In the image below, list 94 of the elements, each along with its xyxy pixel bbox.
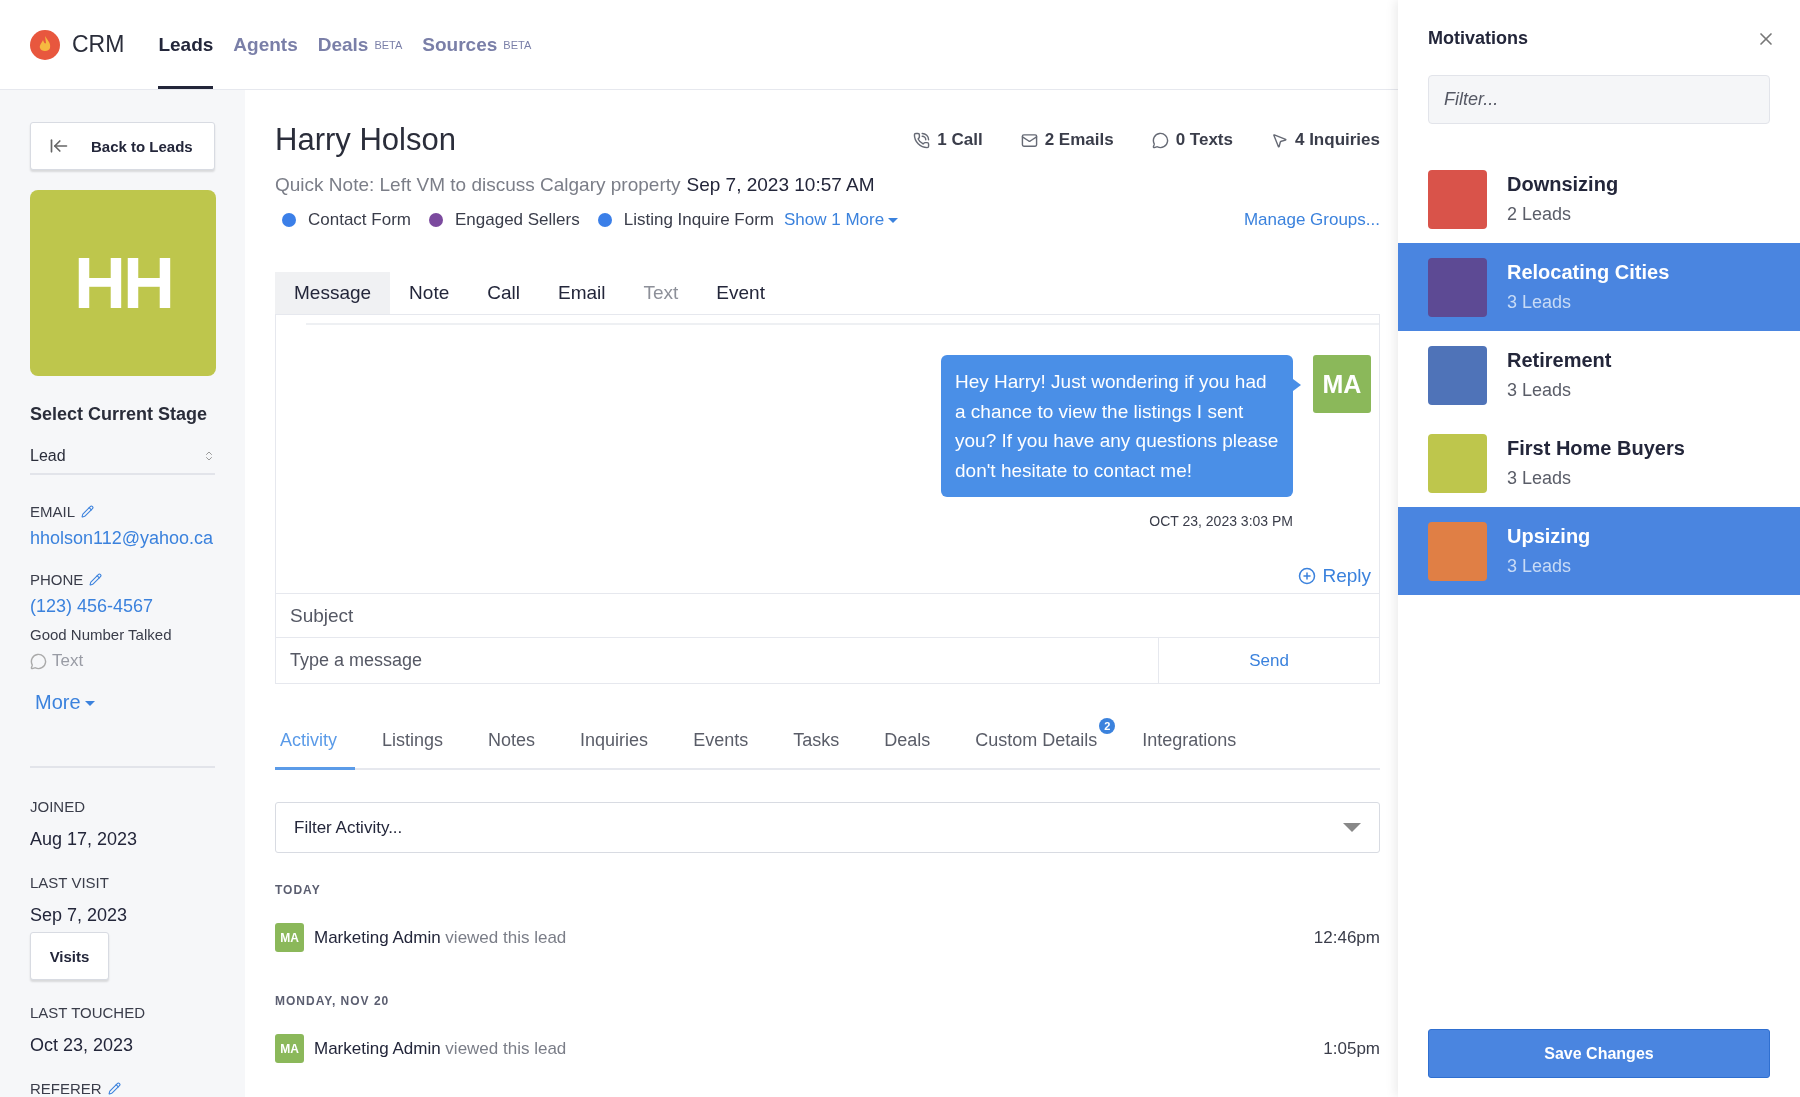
phone-status: Good Number Talked xyxy=(30,626,173,643)
field-label: JOINED xyxy=(30,798,86,815)
activity-time: 1:05pm xyxy=(1323,1038,1380,1059)
stage-select[interactable]: Lead xyxy=(30,439,215,475)
lead-count: 3 Leads xyxy=(1507,380,1573,401)
user-avatar: MA xyxy=(275,1034,304,1063)
activity-tab[interactable]: Custom Details 2 xyxy=(970,718,1116,770)
day-heading: MONDAY, NOV 20 xyxy=(275,994,391,1008)
motivation-item[interactable]: First Home Buyers 3 Leads xyxy=(1398,419,1800,507)
user-avatar: MA xyxy=(275,923,304,952)
save-button[interactable]: Save Changes xyxy=(1428,1029,1770,1078)
manage-groups-link[interactable]: Manage Groups... xyxy=(1243,210,1380,230)
nav-tab[interactable]: Deals BETA xyxy=(317,0,403,89)
motivation-name: Upsizing xyxy=(1507,525,1591,548)
activity-tab[interactable]: Listings xyxy=(377,718,462,770)
plus-icon xyxy=(1298,567,1317,585)
group-label: Contact Form xyxy=(308,210,411,230)
stat-count: 1 Call xyxy=(937,130,983,150)
motivation-item[interactable]: Relocating Cities 3 Leads xyxy=(1398,243,1800,331)
motivation-item[interactable]: Downsizing 2 Leads xyxy=(1398,155,1800,243)
nav-tab[interactable]: Sources BETA xyxy=(422,0,532,89)
stat-count: 4 Inquiries xyxy=(1294,130,1380,150)
phone-link[interactable]: (123) 456-4567 xyxy=(30,596,154,616)
pencil-icon[interactable] xyxy=(89,573,103,586)
composer-tab[interactable]: Event xyxy=(697,272,784,314)
count-badge: 2 xyxy=(1099,718,1116,734)
lead-name: Harry Holson xyxy=(275,122,456,158)
beta-label: BETA xyxy=(503,38,532,51)
envelope-icon xyxy=(1020,131,1038,149)
composer-tab[interactable]: Message xyxy=(275,272,391,314)
note-date: Sep 7, 2023 10:57 AM xyxy=(686,174,875,196)
beta-label: BETA xyxy=(374,38,403,51)
field-label: LAST TOUCHED xyxy=(30,1004,147,1021)
reply-link[interactable]: Reply xyxy=(1298,565,1371,587)
motivation-name: Relocating Cities xyxy=(1507,261,1670,284)
composer-tab[interactable]: Note xyxy=(390,272,469,314)
composer-tab[interactable]: Email xyxy=(539,272,625,314)
sender-avatar: MA xyxy=(1313,355,1371,413)
nav-tab[interactable]: Agents xyxy=(233,0,298,89)
activity-tab[interactable]: Events xyxy=(688,718,767,770)
group-label: Engaged Sellers xyxy=(455,210,580,230)
day-heading: TODAY xyxy=(275,883,322,897)
speech-bubble-icon xyxy=(1151,131,1169,149)
lead-count: 2 Leads xyxy=(1507,204,1573,225)
motivation-name: Retirement xyxy=(1507,349,1612,372)
pencil-icon[interactable] xyxy=(81,505,94,518)
stage-title: Select Current Stage xyxy=(30,404,209,425)
back-arrow-icon xyxy=(49,136,69,156)
date-value: Aug 17, 2023 xyxy=(30,829,139,850)
field-label: EMAIL xyxy=(30,503,75,520)
message-bubble: Hey Harry! Just wondering if you had a chance to view the listings I sent you? If you have any questions please don't hesitate to contact me! xyxy=(941,355,1293,497)
show-more-link[interactable]: Show 1 More xyxy=(784,210,899,230)
activity-tab[interactable]: Deals xyxy=(879,718,949,770)
lead-avatar: HH xyxy=(30,190,216,376)
filter-field[interactable]: Filter... xyxy=(1428,75,1770,124)
motivation-name: First Home Buyers xyxy=(1507,437,1685,460)
composer-tab[interactable]: Call xyxy=(468,272,539,314)
more-link[interactable]: More xyxy=(35,691,95,713)
activity-filter-select[interactable]: Filter Activity... xyxy=(275,802,1380,853)
message-timestamp: OCT 23, 2023 3:03 PM xyxy=(1149,513,1293,529)
motivation-item[interactable]: Upsizing 3 Leads xyxy=(1398,507,1800,595)
stat-count: 2 Emails xyxy=(1044,130,1114,150)
activity-tab[interactable]: Integrations xyxy=(1137,718,1255,770)
email-link[interactable]: hholson112@yahoo.ca xyxy=(30,528,214,548)
group-label: Listing Inquire Form xyxy=(623,210,774,230)
field-label: PHONE xyxy=(30,571,84,588)
stat-count: 0 Texts xyxy=(1175,130,1233,150)
date-value: Sep 7, 2023 xyxy=(30,905,129,926)
speech-bubble-icon xyxy=(30,652,47,670)
activity-tab[interactable]: Notes xyxy=(483,718,554,770)
panel-title: Motivations xyxy=(1428,28,1528,49)
lead-count: 3 Leads xyxy=(1507,556,1573,577)
activity-text: Marketing Admin viewed this lead xyxy=(314,927,567,948)
phone-icon xyxy=(913,131,931,149)
bubble-tail xyxy=(1293,379,1301,391)
cursor-icon xyxy=(1270,131,1288,149)
pencil-icon[interactable] xyxy=(107,1082,121,1095)
motivation-item[interactable]: Retirement 3 Leads xyxy=(1398,331,1800,419)
motivation-name: Downsizing xyxy=(1507,173,1619,196)
lead-count: 3 Leads xyxy=(1507,468,1573,489)
activity-tab[interactable]: Tasks xyxy=(788,718,858,770)
updown-icon xyxy=(203,450,215,462)
quick-note: Quick Note: Left VM to discuss Calgary property xyxy=(275,174,681,196)
activity-tab[interactable]: Inquiries xyxy=(575,718,667,770)
date-value: Oct 23, 2023 xyxy=(30,1035,135,1056)
back-button[interactable]: Back to Leads xyxy=(30,122,215,170)
brand-name: CRM xyxy=(72,31,125,58)
visits-button[interactable]: Visits xyxy=(30,932,109,980)
activity-text: Marketing Admin viewed this lead xyxy=(314,1038,567,1059)
field-label: REFERER xyxy=(30,1080,102,1097)
flame-logo-icon xyxy=(30,29,60,60)
field-label: LAST VISIT xyxy=(30,874,110,891)
lead-count: 3 Leads xyxy=(1507,292,1573,313)
activity-time: 12:46pm xyxy=(1313,927,1380,948)
